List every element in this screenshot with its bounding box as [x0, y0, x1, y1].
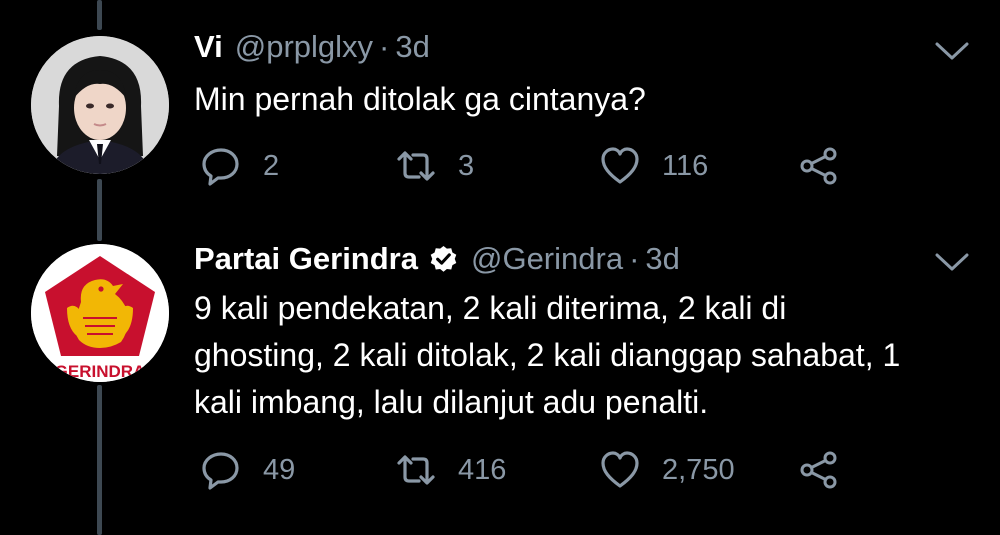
timestamp[interactable]: 3d	[395, 29, 429, 65]
tweet-text: 9 kali pendekatan, 2 kali diterima, 2 ka…	[194, 285, 974, 426]
separator-dot: ·	[379, 29, 390, 64]
like-count: 2,750	[662, 453, 735, 486]
display-name[interactable]: Partai Gerindra	[194, 241, 418, 277]
separator-dot: ·	[629, 241, 640, 276]
chevron-down-icon[interactable]	[934, 40, 970, 62]
chevron-down-icon[interactable]	[934, 251, 970, 273]
retweet-button[interactable]: 3	[395, 144, 474, 188]
share-icon	[800, 451, 837, 489]
reply-count: 49	[263, 453, 296, 486]
reply-icon	[202, 148, 239, 186]
like-button[interactable]: 2,750	[599, 448, 735, 492]
retweet-count: 416	[458, 453, 507, 486]
tweet-actions: 49 416 2,750	[194, 448, 854, 492]
reply-button[interactable]: 49	[200, 448, 295, 492]
user-handle[interactable]: @Gerindra	[471, 241, 623, 277]
user-handle[interactable]: @prplglxy	[235, 29, 373, 65]
avatar[interactable]: GERINDRA	[31, 244, 169, 382]
tweet[interactable]: GERINDRA Partai Gerindra @Gerindra · 3d …	[0, 230, 1000, 535]
verified-badge-icon	[430, 245, 457, 272]
retweet-button[interactable]: 416	[395, 448, 506, 492]
tweet-actions: 2 3 116	[194, 144, 854, 188]
tweet-text-line: Min pernah ditolak ga cintanya?	[194, 81, 646, 117]
share-button[interactable]	[798, 144, 840, 188]
retweet-icon	[397, 151, 435, 181]
reply-count: 2	[263, 149, 280, 182]
retweet-count: 3	[458, 149, 475, 182]
timestamp[interactable]: 3d	[645, 241, 679, 277]
share-icon	[800, 147, 837, 185]
retweet-icon	[397, 455, 435, 485]
heart-icon	[601, 451, 639, 488]
tweet-text-line: kali imbang, lalu dilanjut adu penalti.	[194, 384, 709, 420]
tweet-text-line: 9 kali pendekatan, 2 kali diterima, 2 ka…	[194, 290, 787, 326]
share-button[interactable]	[798, 448, 840, 492]
avatar[interactable]	[31, 36, 169, 174]
heart-icon	[601, 147, 639, 184]
tweet-text: Min pernah ditolak ga cintanya?	[194, 76, 974, 123]
tweet-text-line: ghosting, 2 kali ditolak, 2 kali diangga…	[194, 337, 901, 373]
tweet-header: Partai Gerindra @Gerindra · 3d	[194, 241, 680, 277]
user-avatar-image	[31, 36, 169, 174]
reply-button[interactable]: 2	[200, 144, 279, 188]
display-name[interactable]: Vi	[194, 29, 223, 65]
tweet-header: Vi @prplglxy · 3d	[194, 29, 430, 65]
gerindra-logo-text: GERINDRA	[55, 362, 146, 381]
like-count: 116	[662, 149, 709, 182]
tweet[interactable]: Vi @prplglxy · 3d Min pernah ditolak ga …	[0, 0, 1000, 230]
gerindra-logo: GERINDRA	[31, 244, 169, 382]
reply-icon	[202, 452, 239, 490]
like-button[interactable]: 116	[599, 144, 708, 188]
